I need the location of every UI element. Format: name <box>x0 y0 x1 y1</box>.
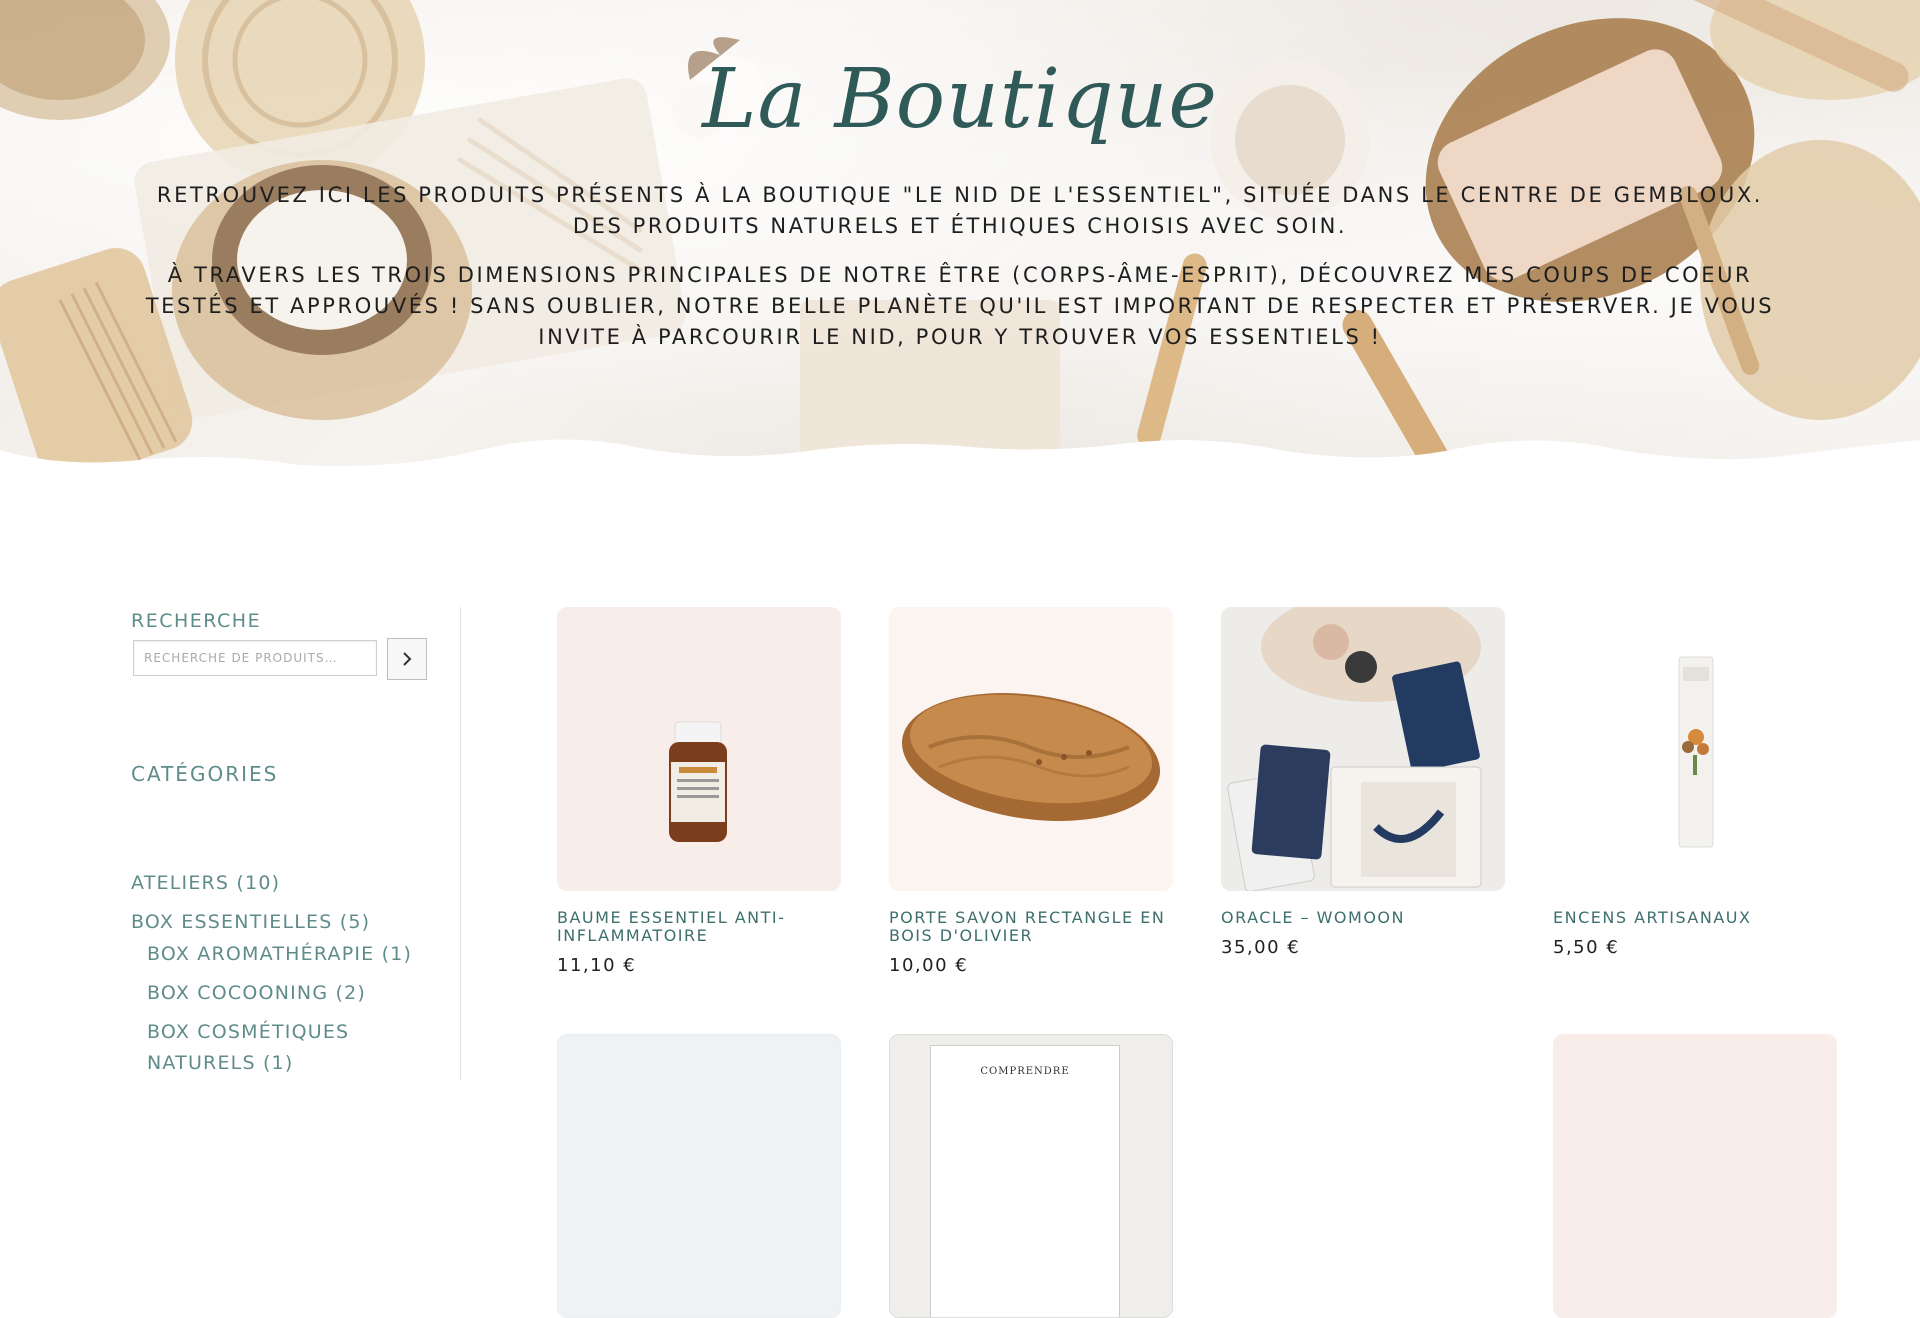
product-price: 11,10 € <box>557 955 637 976</box>
product-name[interactable]: Baume essentiel anti-inflammatoire <box>557 909 841 945</box>
chevron-right-icon <box>403 652 412 666</box>
search-submit-button[interactable] <box>387 638 427 680</box>
product-name[interactable]: Encens artisanaux <box>1553 909 1837 927</box>
product-card[interactable]: Oracle – Womoon 35,00 € <box>1221 607 1505 958</box>
book-title: COMPRENDRE <box>980 1066 1070 1077</box>
product-name[interactable]: Oracle – Womoon <box>1221 909 1505 927</box>
product-card-partial[interactable]: COMPRENDRE <box>889 1034 1173 1318</box>
categories-widget-title: Catégories <box>131 762 279 786</box>
product-image[interactable]: COMPRENDRE <box>889 1034 1173 1318</box>
product-name[interactable]: Porte savon rectangle en bois d'olivier <box>889 909 1173 945</box>
category-box-aromatherapie[interactable]: Box Aromathérapie (1) <box>131 939 412 970</box>
product-price: 10,00 € <box>889 955 969 976</box>
category-box-cosmetiques-naturels[interactable]: Box Cosmétiques Naturels (1) <box>131 1017 377 1079</box>
oracle-cards-icon <box>1227 607 1482 891</box>
category-list: Ateliers (10) Box Essentielles (5) Box A… <box>131 868 412 1087</box>
hero-banner: La Boutique Retrouvez ici les produits p… <box>0 0 1920 470</box>
product-price: 5,50 € <box>1553 937 1620 958</box>
product-image[interactable] <box>557 607 841 891</box>
product-image[interactable] <box>1221 607 1505 891</box>
product-card-partial[interactable] <box>557 1034 841 1318</box>
category-box-essentielles[interactable]: Box Essentielles (5) <box>131 907 412 938</box>
book-cover: COMPRENDRE <box>930 1045 1120 1317</box>
essential-oil-bottle-icon <box>669 721 727 842</box>
category-ateliers[interactable]: Ateliers (10) <box>131 868 412 899</box>
category-box-cocooning[interactable]: Box Cocooning (2) <box>131 978 412 1009</box>
product-card[interactable]: Porte savon rectangle en bois d'olivier … <box>889 607 1173 976</box>
product-card[interactable]: Encens artisanaux 5,50 € <box>1553 607 1837 958</box>
product-image[interactable] <box>1553 1034 1837 1318</box>
intro-paragraph-1: Retrouvez ici les produits présents à la… <box>156 183 1764 238</box>
search-widget-title: Recherche <box>131 610 262 632</box>
product-card-partial[interactable] <box>1553 1034 1837 1318</box>
product-image[interactable] <box>557 1034 841 1318</box>
product-search-input[interactable] <box>133 640 377 676</box>
soap-dish-icon <box>901 692 1161 822</box>
product-card[interactable]: Baume essentiel anti-inflammatoire 11,10… <box>557 607 841 976</box>
wave-divider <box>0 439 1920 470</box>
incense-pack-icon <box>1678 656 1714 848</box>
product-image[interactable] <box>889 607 1173 891</box>
sidebar-divider <box>460 607 461 1080</box>
product-image[interactable] <box>1553 607 1837 891</box>
intro-paragraph-2: À travers les trois dimensions principal… <box>145 263 1775 349</box>
product-price: 35,00 € <box>1221 937 1301 958</box>
page-title: La Boutique <box>702 52 1218 147</box>
